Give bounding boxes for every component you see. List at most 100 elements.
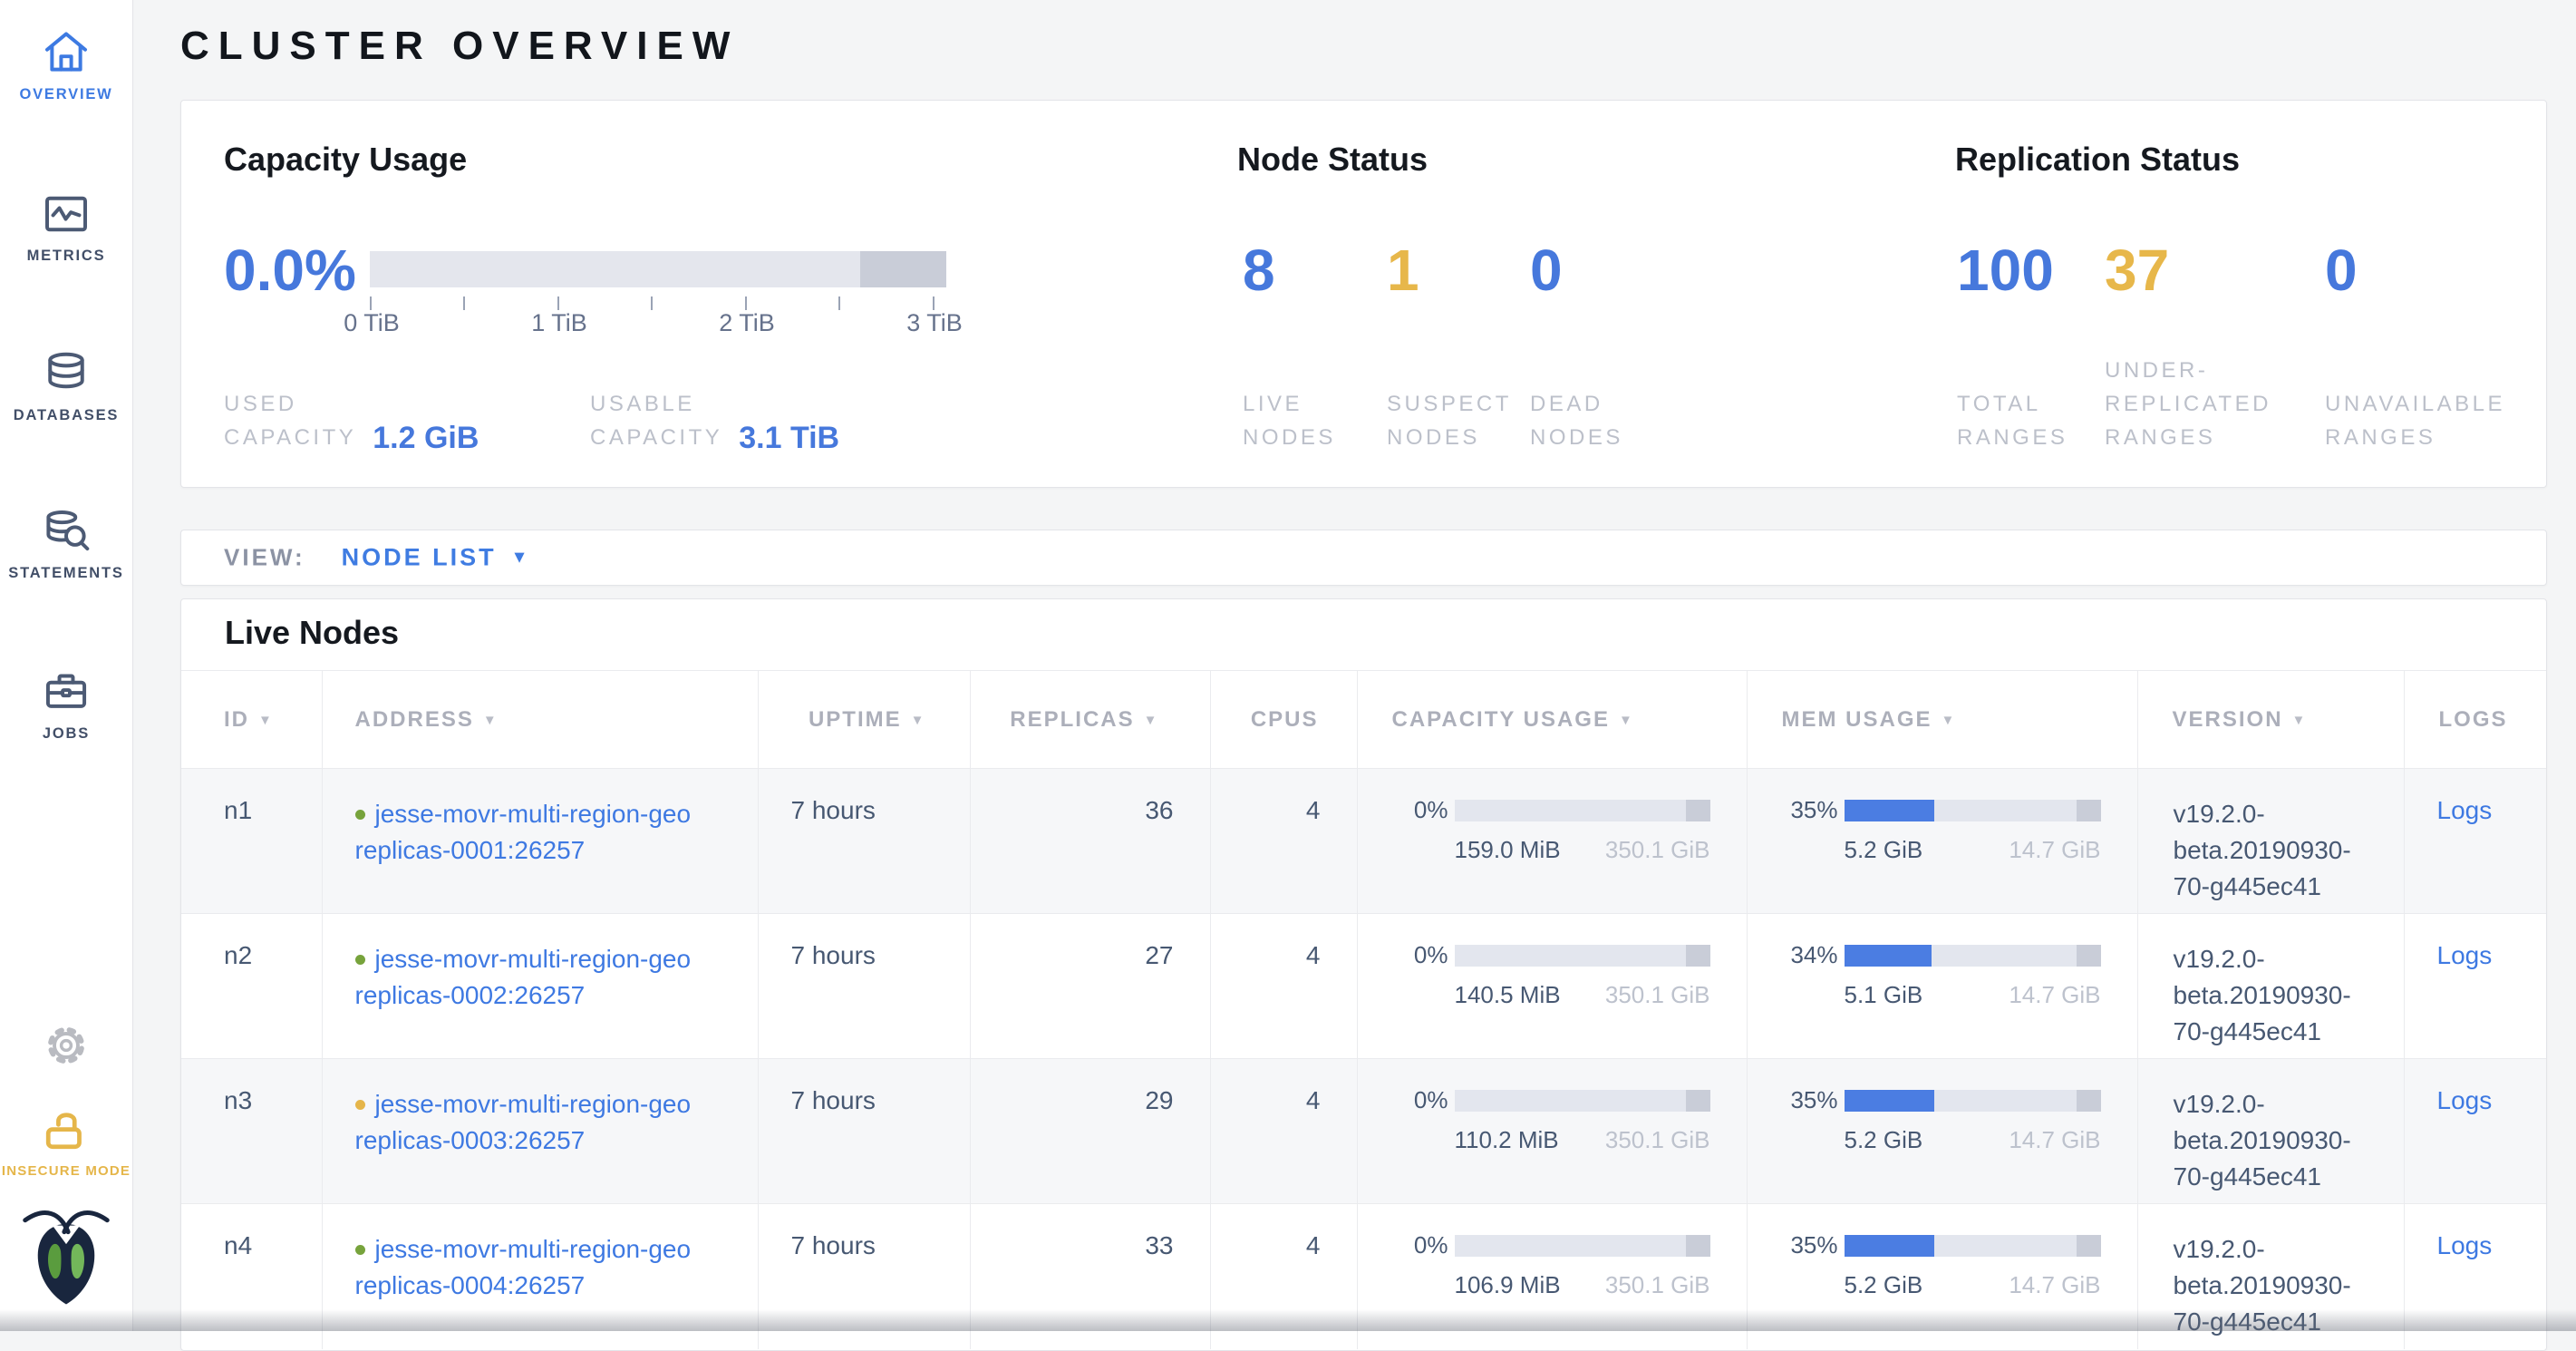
node-version-cell: v19.2.0-beta.20190930-70-g445ec41 xyxy=(2137,1059,2404,1204)
node-cpus: 4 xyxy=(1210,914,1357,1059)
node-replicas: 27 xyxy=(970,914,1210,1059)
column-header-version[interactable]: VERSION▼ xyxy=(2137,671,2404,769)
used-capacity-value: 1.2 GiB xyxy=(373,421,479,456)
replication-status-title: Replication Status xyxy=(1955,141,2240,179)
column-header-address[interactable]: ADDRESS▼ xyxy=(322,671,758,769)
sidebar-item-statements[interactable]: STATEMENTS xyxy=(0,506,132,582)
sidebar-item-label: STATEMENTS xyxy=(0,565,132,582)
node-uptime: 7 hours xyxy=(758,1059,970,1204)
databases-icon xyxy=(0,348,132,399)
mem-used-value: 5.2 GiB xyxy=(1845,1126,1923,1154)
sidebar-item-jobs[interactable]: JOBS xyxy=(0,666,132,743)
mem-used-value: 5.2 GiB xyxy=(1845,1271,1923,1299)
usable-capacity-stat: USABLE CAPACITY 3.1 TiB xyxy=(590,287,839,454)
sidebar-item-label: OVERVIEW xyxy=(0,86,132,103)
logs-link[interactable]: Logs xyxy=(2437,941,2493,969)
mem-total-value: 14.7 GiB xyxy=(2009,981,2100,1009)
sort-icon[interactable]: ▼ xyxy=(911,713,926,728)
node-uptime: 7 hours xyxy=(758,769,970,914)
used-capacity-label: USED CAPACITY xyxy=(224,387,356,454)
node-version: v19.2.0-beta.20190930-70-g445ec41 xyxy=(2174,1086,2368,1195)
capacity-reserved-segment xyxy=(1686,1235,1710,1257)
status-dot-icon xyxy=(355,810,365,820)
node-id: n1 xyxy=(181,769,322,914)
node-address-link[interactable]: replicas-0001:26257 xyxy=(355,832,758,869)
capacity-usage-cell: 0% 110.2 MiB350.1 GiB xyxy=(1357,1059,1747,1204)
view-label: VIEW: xyxy=(224,544,305,572)
sort-icon[interactable]: ▼ xyxy=(1942,713,1957,728)
mem-usage-cell: 35% 5.2 GiB14.7 GiB xyxy=(1747,769,2137,914)
status-dot-icon xyxy=(355,955,365,965)
cockroachdb-logo[interactable] xyxy=(0,1199,132,1311)
sort-icon[interactable]: ▼ xyxy=(2292,713,2308,728)
sort-icon[interactable]: ▼ xyxy=(483,713,499,728)
mem-total-value: 14.7 GiB xyxy=(2009,836,2100,864)
mem-usage-bar xyxy=(1845,945,2101,967)
capacity-reserved-segment xyxy=(1686,1090,1710,1112)
mem-percent: 35% xyxy=(1780,1231,1838,1259)
logs-link[interactable]: Logs xyxy=(2437,1231,2493,1259)
node-address-link[interactable]: jesse-movr-multi-region-geo xyxy=(375,800,692,828)
column-header-logs: LOGS xyxy=(2404,671,2546,769)
sidebar-item-label: DATABASES xyxy=(0,407,132,424)
capacity-total-value: 350.1 GiB xyxy=(1605,1126,1710,1154)
node-address-link[interactable]: jesse-movr-multi-region-geo xyxy=(375,945,692,973)
mem-total-value: 14.7 GiB xyxy=(2009,1126,2100,1154)
logs-link[interactable]: Logs xyxy=(2437,796,2493,824)
sort-icon[interactable]: ▼ xyxy=(258,713,274,728)
axis-tick xyxy=(933,296,935,310)
node-address-link[interactable]: replicas-0004:26257 xyxy=(355,1268,758,1304)
capacity-usage-title: Capacity Usage xyxy=(224,141,467,179)
cluster-summary-panel: Capacity Usage 0.0% 0 TiB 1 TiB 2 TiB 3 … xyxy=(180,100,2547,488)
mem-usage-fill xyxy=(1845,1235,1934,1257)
node-address-link[interactable]: jesse-movr-multi-region-geo xyxy=(375,1235,692,1263)
node-address-cell: jesse-movr-multi-region-geo replicas-000… xyxy=(322,769,758,914)
sort-icon[interactable]: ▼ xyxy=(1144,713,1159,728)
view-selector-bar: VIEW: NODE LIST ▼ xyxy=(180,530,2547,586)
node-version: v19.2.0-beta.20190930-70-g445ec41 xyxy=(2174,796,2368,905)
insecure-mode-indicator[interactable] xyxy=(0,1099,132,1152)
node-address-cell: jesse-movr-multi-region-geo replicas-000… xyxy=(322,1059,758,1204)
sidebar-item-databases[interactable]: DATABASES xyxy=(0,348,132,424)
capacity-usage-cell: 0% 140.5 MiB350.1 GiB xyxy=(1357,914,1747,1059)
usable-capacity-value: 3.1 TiB xyxy=(739,421,839,456)
status-dot-icon xyxy=(355,1100,365,1110)
mem-percent: 35% xyxy=(1780,796,1838,824)
node-address-link[interactable]: replicas-0003:26257 xyxy=(355,1123,758,1159)
live-nodes-table: ID▼ ADDRESS▼ UPTIME▼ REPLICAS▼ CPUS CAPA… xyxy=(181,670,2546,1349)
insecure-mode-label: INSECURE MODE xyxy=(0,1163,132,1179)
column-header-mem-usage[interactable]: MEM USAGE▼ xyxy=(1747,671,2137,769)
node-version: v19.2.0-beta.20190930-70-g445ec41 xyxy=(2174,941,2368,1050)
column-header-replicas[interactable]: REPLICAS▼ xyxy=(970,671,1210,769)
sort-icon[interactable]: ▼ xyxy=(1619,713,1634,728)
mem-usage-bar xyxy=(1845,1235,2101,1257)
capacity-usage-cell: 0% 159.0 MiB350.1 GiB xyxy=(1357,769,1747,914)
logs-cell: Logs xyxy=(2404,769,2546,914)
capacity-usage-bar xyxy=(370,251,946,287)
capacity-reserved-segment xyxy=(860,251,946,287)
mem-usage-cell: 34% 5.1 GiB14.7 GiB xyxy=(1747,914,2137,1059)
chevron-down-icon[interactable]: ▼ xyxy=(511,548,528,568)
capacity-usage-bar xyxy=(1455,800,1710,821)
logs-link[interactable]: Logs xyxy=(2437,1086,2493,1114)
capacity-used-value: 159.0 MiB xyxy=(1455,836,1561,864)
node-version-cell: v19.2.0-beta.20190930-70-g445ec41 xyxy=(2137,914,2404,1059)
sidebar-item-overview[interactable]: OVERVIEW xyxy=(0,27,132,103)
logs-cell: Logs xyxy=(2404,914,2546,1059)
table-row: n1 jesse-movr-multi-region-geo replicas-… xyxy=(181,769,2546,914)
column-header-capacity-usage[interactable]: CAPACITY USAGE▼ xyxy=(1357,671,1747,769)
view-dropdown[interactable]: NODE LIST xyxy=(342,544,497,572)
column-header-id[interactable]: ID▼ xyxy=(181,671,322,769)
capacity-total-value: 350.1 GiB xyxy=(1605,1271,1710,1299)
capacity-usage-bar xyxy=(1455,945,1710,967)
column-header-uptime[interactable]: UPTIME▼ xyxy=(758,671,970,769)
usable-capacity-label: USABLE CAPACITY xyxy=(590,387,722,454)
dead-nodes-label: DEAD NODES xyxy=(1530,287,1623,454)
sidebar-item-metrics[interactable]: METRICS xyxy=(0,189,132,265)
node-address-link[interactable]: replicas-0002:26257 xyxy=(355,977,758,1014)
used-capacity-stat: USED CAPACITY 1.2 GiB xyxy=(224,287,479,454)
page-bottom-shadow xyxy=(0,1309,2576,1331)
settings-gear-button[interactable] xyxy=(0,1022,132,1069)
node-address-link[interactable]: jesse-movr-multi-region-geo xyxy=(375,1090,692,1118)
capacity-reserved-segment xyxy=(1686,945,1710,967)
